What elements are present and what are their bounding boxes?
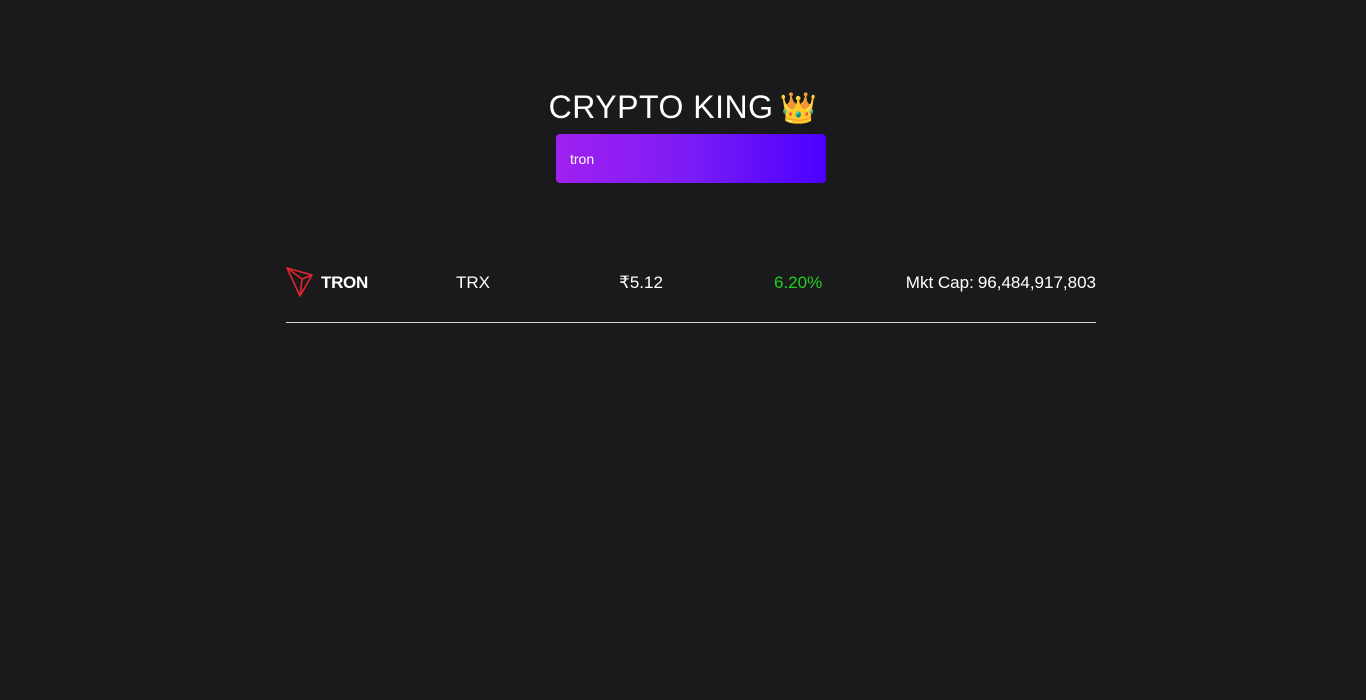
search-input[interactable]: [556, 134, 826, 183]
tron-logo-icon: [286, 267, 313, 297]
page-title: CRYPTO KING 👑: [0, 85, 1366, 131]
app-root: CRYPTO KING👑 TRON TRX ₹5.12 6.20% Mkt Ca…: [0, 0, 1366, 700]
market-cap-label: Mkt Cap:: [905, 273, 974, 292]
market-cap-value: 96,484,917,803: [977, 273, 1096, 292]
coin-name: TRON: [321, 273, 368, 292]
page-title-text: CRYPTO KING: [548, 89, 774, 126]
crown-icon: 👑: [779, 92, 818, 126]
coin-price-change: 6.20%: [774, 273, 823, 292]
search-box: [556, 134, 826, 183]
coin-market-cap: Mkt Cap: 96,484,917,803: [906, 271, 1096, 295]
coin-row[interactable]: TRON TRX ₹5.12 6.20% Mkt Cap: 96,484,917,…: [286, 262, 1096, 323]
coin-symbol: TRX: [456, 273, 490, 292]
coin-price: ₹5.12: [619, 273, 663, 292]
